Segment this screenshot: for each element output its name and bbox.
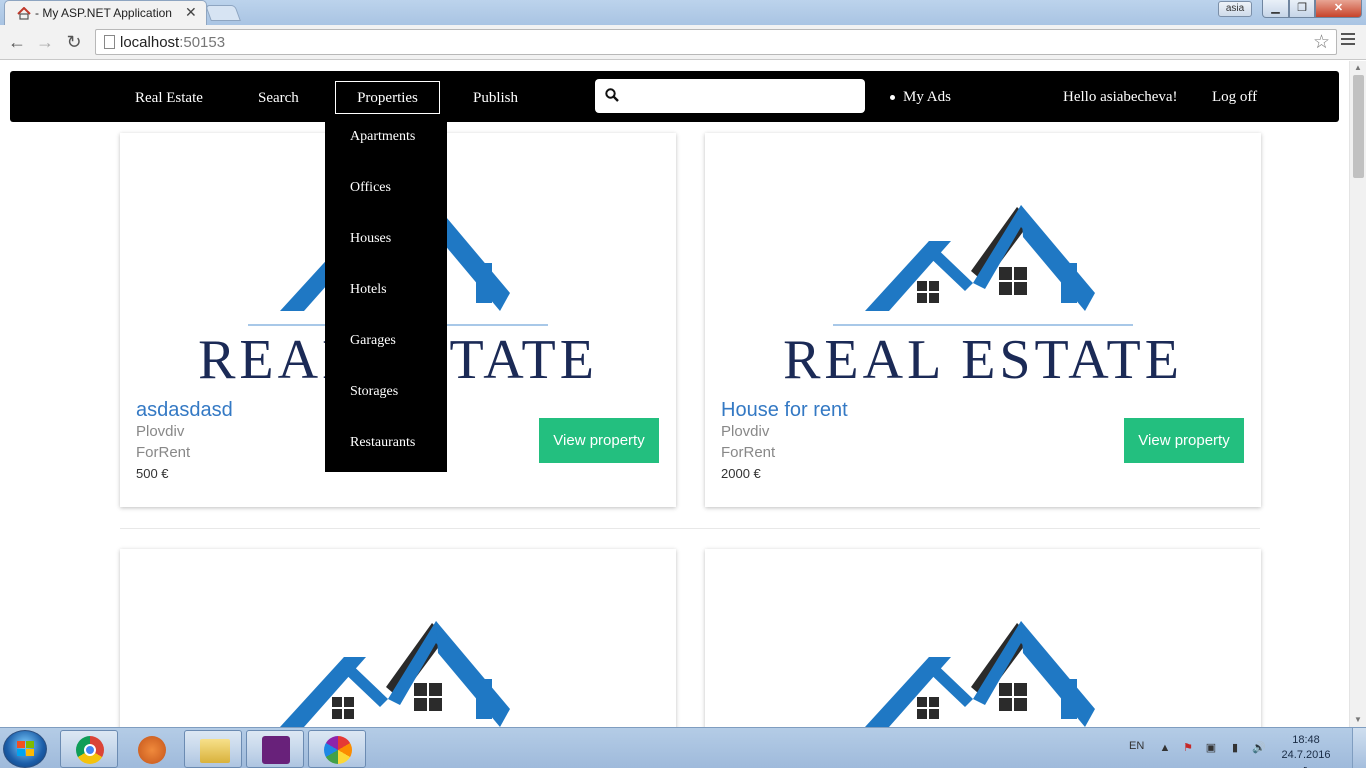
- scroll-up-arrow-icon[interactable]: ▲: [1354, 63, 1362, 72]
- windows-taskbar: EN ▲ ⚑ ▣ ▮ 🔊 18:48 24.7.2016 г.: [0, 727, 1366, 768]
- dropdown-item-houses[interactable]: Houses: [350, 231, 391, 247]
- visual-studio-icon: [262, 736, 290, 764]
- site-navbar: Real Estate Search Properties Publish My…: [10, 71, 1339, 122]
- start-button[interactable]: [3, 730, 47, 768]
- dropdown-item-apartments[interactable]: Apartments: [350, 129, 415, 145]
- bullet-icon: [890, 95, 895, 101]
- action-center-flag-icon[interactable]: ⚑: [1181, 741, 1195, 755]
- profile-badge[interactable]: asia: [1218, 1, 1252, 17]
- network-icon[interactable]: ▣: [1204, 741, 1218, 755]
- nav-my-ads-link[interactable]: My Ads: [890, 89, 951, 106]
- property-card: [120, 549, 676, 727]
- browser-title-bar: - My ASP.NET Application ✕ asia ▁ ❐ ✕: [0, 0, 1366, 26]
- dropdown-item-storages[interactable]: Storages: [350, 384, 398, 400]
- forward-arrow-icon[interactable]: →: [34, 31, 56, 53]
- scroll-down-arrow-icon[interactable]: ▼: [1354, 715, 1362, 724]
- language-indicator[interactable]: EN: [1129, 740, 1144, 752]
- card-offer-type: ForRent: [136, 444, 191, 461]
- card-city: Plovdiv: [136, 423, 185, 440]
- new-tab-button[interactable]: [205, 5, 241, 21]
- minimize-button[interactable]: ▁: [1262, 0, 1289, 18]
- property-card: REAL ESTATE House for rent Plovdiv ForRe…: [705, 133, 1261, 507]
- reload-icon[interactable]: ↻: [63, 31, 85, 53]
- card-price: 500 €: [136, 466, 169, 481]
- taskbar-picasa[interactable]: [308, 730, 366, 768]
- tab-title: - My ASP.NET Application: [35, 6, 172, 20]
- view-property-button[interactable]: View property: [539, 418, 659, 463]
- taskbar-file-explorer[interactable]: [184, 730, 242, 768]
- site-search-input[interactable]: [629, 85, 854, 107]
- signal-strength-icon[interactable]: ▮: [1228, 741, 1242, 755]
- nav-log-off-link[interactable]: Log off: [1212, 89, 1257, 106]
- card-title-link[interactable]: asdasdasd: [136, 399, 233, 422]
- nav-search-link[interactable]: Search: [258, 90, 299, 107]
- show-desktop-button[interactable]: [1352, 728, 1366, 768]
- show-hidden-icons-icon[interactable]: ▲: [1158, 741, 1172, 755]
- browser-menu-icon[interactable]: [1341, 33, 1355, 47]
- nav-properties-link[interactable]: Properties: [335, 81, 440, 114]
- row-divider: [120, 528, 1260, 529]
- volume-icon[interactable]: 🔊: [1252, 741, 1266, 755]
- dropdown-item-offices[interactable]: Offices: [350, 180, 391, 196]
- real-estate-logo-image: REAL ESTATE: [705, 133, 1261, 391]
- clock-date: 24.7.2016 г.: [1281, 749, 1331, 768]
- card-offer-type: ForRent: [721, 444, 776, 461]
- dropdown-item-garages[interactable]: Garages: [350, 333, 396, 349]
- view-property-button[interactable]: View property: [1124, 418, 1244, 463]
- card-city: Plovdiv: [721, 423, 770, 440]
- page-icon: [104, 35, 115, 49]
- chrome-icon: [76, 736, 104, 764]
- nav-my-ads-label: My Ads: [903, 89, 951, 105]
- url-host: localhost: [120, 34, 180, 51]
- card-price: 2000 €: [721, 466, 761, 481]
- windows-logo-icon: [17, 741, 35, 757]
- address-bar[interactable]: localhost:50153 ☆: [95, 29, 1337, 55]
- taskbar-visual-studio[interactable]: [246, 730, 304, 768]
- rocket-app-icon: [138, 736, 166, 764]
- picasa-icon: [324, 736, 352, 764]
- file-explorer-icon: [200, 739, 230, 763]
- real-estate-logo-image: [705, 549, 1261, 727]
- url-text[interactable]: localhost:50153: [120, 34, 225, 51]
- dropdown-item-hotels[interactable]: Hotels: [350, 282, 387, 298]
- page-scrollbar[interactable]: ▲ ▼: [1349, 61, 1366, 727]
- nav-publish-link[interactable]: Publish: [473, 90, 518, 107]
- logo-text: REAL ESTATE: [783, 329, 1183, 383]
- taskbar-rocket-app[interactable]: [122, 730, 180, 768]
- nav-real-estate-link[interactable]: Real Estate: [135, 90, 203, 107]
- bookmark-star-icon[interactable]: ☆: [1313, 31, 1330, 54]
- taskbar-chrome[interactable]: [60, 730, 118, 768]
- dropdown-item-restaurants[interactable]: Restaurants: [350, 435, 415, 451]
- search-icon: [605, 88, 619, 102]
- page-viewport: Real Estate Search Properties Publish My…: [0, 61, 1349, 727]
- house-favicon-icon: [17, 7, 31, 20]
- url-port: :50153: [179, 34, 226, 51]
- back-arrow-icon[interactable]: ←: [6, 31, 28, 53]
- close-window-button[interactable]: ✕: [1315, 0, 1362, 18]
- browser-toolbar: ← → ↻ localhost:50153 ☆: [0, 25, 1366, 60]
- screen: { "browser": { "tab_title": "- My ASP.NE…: [0, 0, 1366, 768]
- scrollbar-thumb[interactable]: [1353, 75, 1364, 178]
- browser-tab-active[interactable]: - My ASP.NET Application ✕: [4, 0, 207, 26]
- real-estate-logo-image: [120, 549, 676, 727]
- card-title-link[interactable]: House for rent: [721, 399, 848, 422]
- maximize-button[interactable]: ❐: [1289, 0, 1315, 18]
- tab-close-icon[interactable]: ✕: [185, 4, 197, 21]
- property-card: [705, 549, 1261, 727]
- clock-time: 18:48: [1292, 734, 1320, 746]
- nav-hello-user-link[interactable]: Hello asiabecheva!: [1063, 89, 1178, 106]
- properties-dropdown-menu: Apartments Offices Houses Hotels Garages…: [325, 122, 447, 472]
- taskbar-clock[interactable]: 18:48 24.7.2016 г.: [1278, 733, 1334, 768]
- site-search-box[interactable]: [595, 79, 865, 113]
